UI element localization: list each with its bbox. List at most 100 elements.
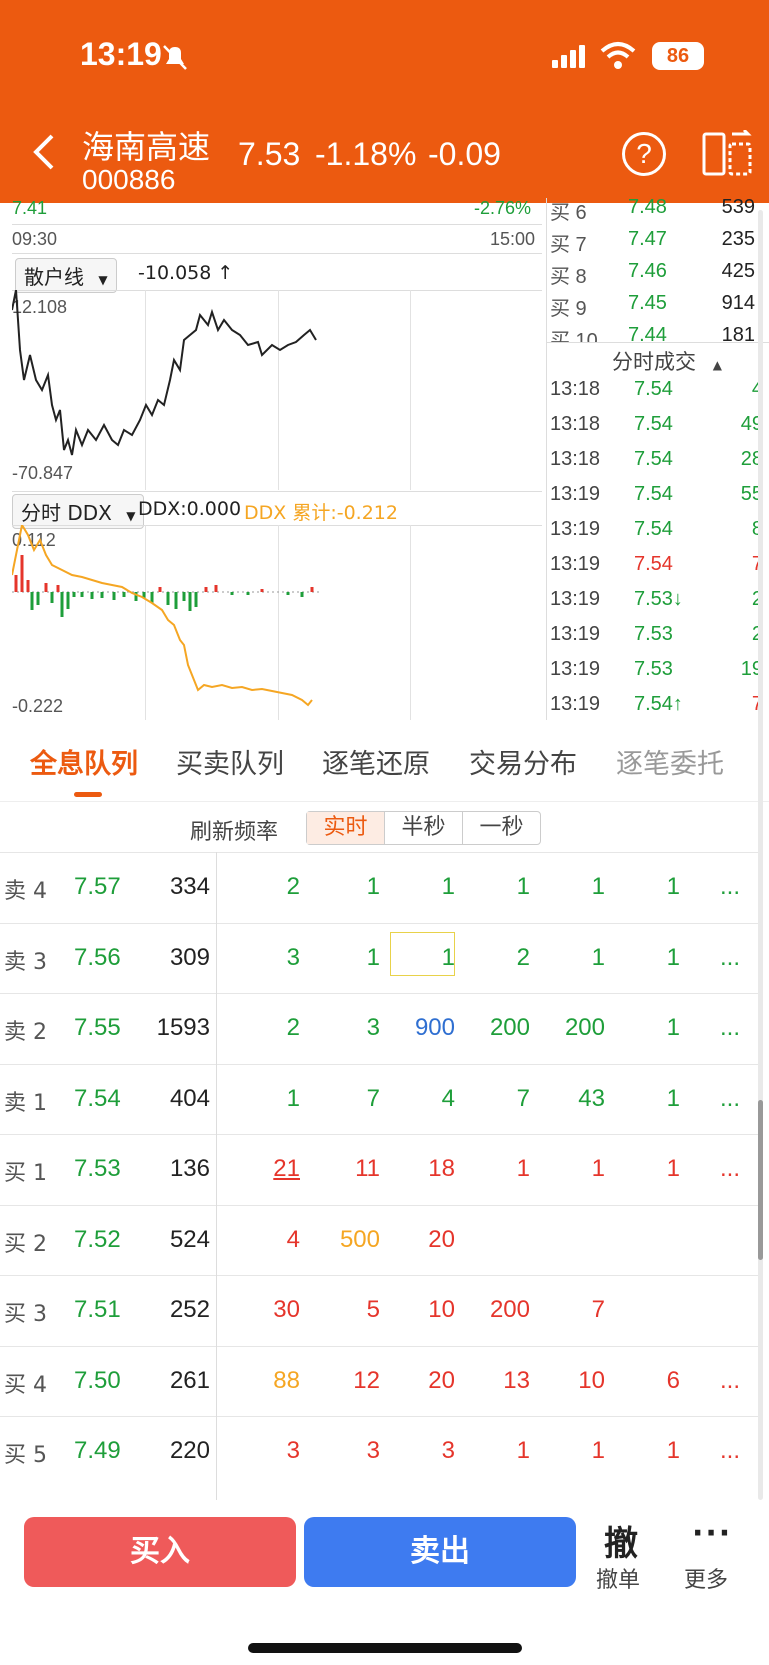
queue-order-cell[interactable]: 1 — [330, 873, 380, 901]
queue-row[interactable]: 买 1 7.53 136 21 11 18 1 1 1... — [0, 1134, 760, 1204]
queue-order-cell[interactable]: 5 — [330, 1296, 380, 1324]
queue-more-icon[interactable]: ... — [700, 1437, 740, 1465]
queue-order-cell[interactable]: 200 — [480, 1014, 530, 1042]
queue-order-cell[interactable]: 1 — [250, 1085, 300, 1113]
queue-more-icon[interactable]: ... — [700, 873, 740, 901]
queue-order-cell[interactable]: 10 — [405, 1296, 455, 1324]
queue-more-icon[interactable]: ... — [700, 1155, 740, 1183]
queue-more-icon[interactable]: ... — [700, 1085, 740, 1113]
tab-3[interactable]: 交易分布 — [469, 742, 577, 781]
queue-order-cell[interactable]: 7 — [330, 1085, 380, 1113]
back-icon[interactable] — [28, 132, 60, 172]
queue-order-cell[interactable]: 500 — [330, 1226, 380, 1254]
tick-row: 13:197.532 — [548, 623, 769, 658]
queue-more-icon[interactable]: ... — [700, 1014, 740, 1042]
queue-order-cell[interactable]: 18 — [405, 1155, 455, 1183]
cancel-order-icon[interactable]: 撤 — [604, 1516, 638, 1565]
queue-row[interactable]: 买 2 7.52 524 4 500 20 — [0, 1204, 760, 1275]
queue-order-cell[interactable]: 3 — [330, 1437, 380, 1465]
queue-order-cell[interactable]: 1 — [405, 873, 455, 901]
queue-row[interactable]: 买 5 7.49 220 3 3 3 1 1 1... — [0, 1416, 760, 1486]
switch-layout-icon[interactable] — [702, 130, 752, 178]
tab-2[interactable]: 逐笔还原 — [322, 742, 430, 781]
queue-order-cell[interactable]: 1 — [480, 1155, 530, 1183]
divider — [12, 253, 542, 254]
signal-icon — [552, 45, 585, 68]
queue-order-cell[interactable]: 30 — [250, 1296, 300, 1324]
tab-1[interactable]: 买卖队列 — [176, 742, 284, 781]
queue-order-cell[interactable]: 20 — [405, 1226, 455, 1254]
queue-order-cell[interactable]: 12 — [330, 1367, 380, 1395]
queue-order-cell[interactable]: 1 — [480, 1437, 530, 1465]
queue-order-cell[interactable]: 1 — [630, 1155, 680, 1183]
sell-button[interactable]: 卖出 — [304, 1517, 576, 1587]
retail-line-selector[interactable]: 散户线 ▼ — [15, 258, 117, 293]
help-icon[interactable]: ? — [622, 132, 666, 176]
queue-order-cell[interactable]: 1 — [630, 944, 680, 972]
queue-order-cell[interactable]: 2 — [250, 873, 300, 901]
queue-order-cell[interactable]: 3 — [250, 944, 300, 972]
queue-row[interactable]: 卖 2 7.55 1593 2 3 900 200 200 1... — [0, 993, 760, 1063]
more-button[interactable]: 更多 — [684, 1562, 728, 1594]
tab-4[interactable]: 逐笔委托 — [616, 742, 724, 781]
queue-order-cell[interactable]: 1 — [630, 873, 680, 901]
queue-order-cell[interactable]: 900 — [405, 1014, 455, 1042]
queue-order-cell[interactable]: 2 — [480, 944, 530, 972]
queue-order-cell[interactable]: 7 — [480, 1085, 530, 1113]
stock-code: 000886 — [82, 164, 176, 195]
queue-order-cell[interactable]: 1 — [480, 873, 530, 901]
queue-order-cell[interactable]: 4 — [405, 1085, 455, 1113]
tick-price: 7.53 — [634, 623, 673, 645]
tick-time: 13:19 — [550, 693, 601, 715]
scroll-thumb[interactable] — [758, 1100, 763, 1260]
queue-row[interactable]: 买 3 7.51 252 30 5 10 200 7 — [0, 1275, 760, 1345]
order-volume: 539 — [721, 196, 755, 218]
cancel-order-button[interactable]: 撤单 — [596, 1562, 640, 1594]
queue-row[interactable]: 卖 3 7.56 309 3 1 1 2 1 1... — [0, 922, 760, 993]
queue-order-cell[interactable]: 200 — [555, 1014, 605, 1042]
queue-order-cell[interactable]: 7 — [555, 1296, 605, 1324]
tick-price: 7.53↓ — [634, 588, 683, 610]
queue-row[interactable]: 买 4 7.50 261 88 12 20 13 10 6... — [0, 1345, 760, 1416]
retail-line-value: -10.058 ↑ — [138, 262, 234, 284]
queue-order-cell[interactable]: 3 — [330, 1014, 380, 1042]
queue-order-cell[interactable]: 1 — [630, 1014, 680, 1042]
queue-order-cell[interactable]: 2 — [250, 1014, 300, 1042]
queue-order-cell[interactable]: 1 — [555, 944, 605, 972]
queue-order-cell[interactable]: 1 — [555, 873, 605, 901]
tick-row: 13:197.548 — [548, 518, 769, 553]
queue-more-icon[interactable]: ... — [700, 1367, 740, 1395]
refresh-option-realtime[interactable]: 实时 — [307, 812, 385, 844]
queue-order-cell[interactable]: 3 — [250, 1437, 300, 1465]
scrollbar[interactable] — [758, 210, 763, 1500]
buy-button[interactable]: 买入 — [24, 1517, 296, 1587]
queue-order-cell[interactable]: 43 — [555, 1085, 605, 1113]
queue-order-cell[interactable]: 13 — [480, 1367, 530, 1395]
queue-more-icon[interactable]: ... — [700, 944, 740, 972]
ddx-selector[interactable]: 分时 DDX ▼ — [12, 494, 145, 529]
refresh-option-half-second[interactable]: 半秒 — [385, 812, 463, 844]
tick-price: 7.54 — [634, 518, 673, 540]
queue-order-cell[interactable]: 1 — [555, 1155, 605, 1183]
more-icon[interactable]: ··· — [692, 1516, 732, 1551]
ticks-title[interactable]: 分时成交 ▲ — [612, 346, 722, 376]
queue-order-cell[interactable]: 200 — [480, 1296, 530, 1324]
queue-order-cell[interactable]: 1 — [630, 1437, 680, 1465]
queue-order-cell[interactable]: 1 — [330, 944, 380, 972]
tick-row: 13:19 7.53 19 — [548, 658, 769, 693]
queue-row[interactable]: 卖 4 7.57 334 2 1 1 1 1 1... — [0, 852, 760, 922]
queue-order-cell[interactable]: 10 — [555, 1367, 605, 1395]
tab-0[interactable]: 全息队列 — [30, 742, 138, 781]
order-volume: 914 — [721, 292, 755, 314]
refresh-option-one-second[interactable]: 一秒 — [463, 812, 540, 844]
queue-order-cell[interactable]: 3 — [405, 1437, 455, 1465]
queue-order-cell[interactable]: 1 — [555, 1437, 605, 1465]
queue-order-cell[interactable]: 6 — [630, 1367, 680, 1395]
queue-order-cell[interactable]: 21 — [250, 1155, 300, 1183]
queue-order-cell[interactable]: 1 — [630, 1085, 680, 1113]
queue-order-cell[interactable]: 88 — [250, 1367, 300, 1395]
queue-order-cell[interactable]: 4 — [250, 1226, 300, 1254]
queue-order-cell[interactable]: 11 — [330, 1155, 380, 1183]
queue-order-cell[interactable]: 20 — [405, 1367, 455, 1395]
queue-row[interactable]: 卖 1 7.54 404 1 7 4 7 43 1... — [0, 1063, 760, 1134]
